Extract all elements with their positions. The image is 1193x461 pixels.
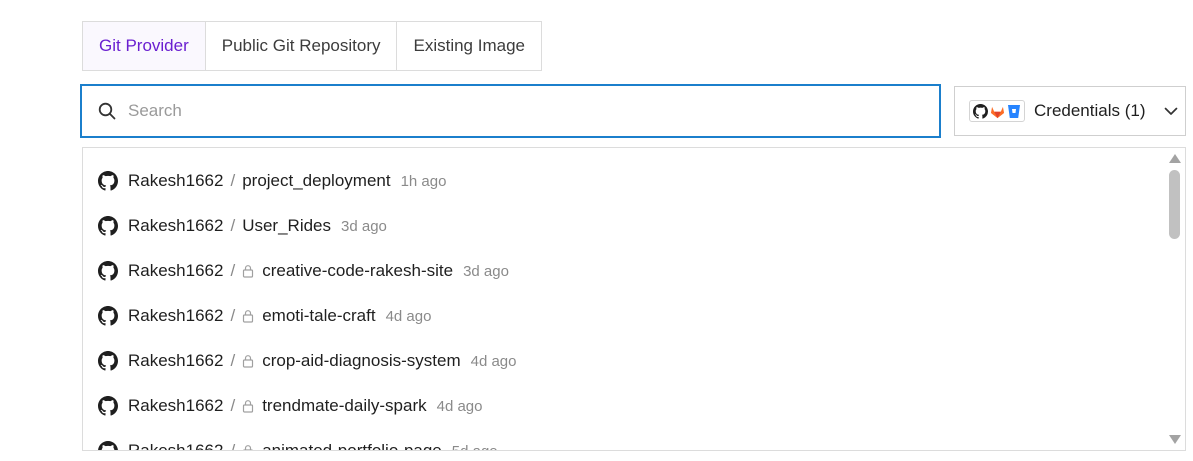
repository-owner: Rakesh1662	[128, 351, 224, 370]
path-separator: /	[230, 171, 236, 190]
credentials-label: Credentials (1)	[1034, 101, 1146, 120]
repository-row[interactable]: Rakesh1662 / emoti-tale-craft 4d ago	[98, 304, 431, 328]
repository-name: crop-aid-diagnosis-system	[262, 351, 461, 370]
github-icon	[98, 261, 118, 281]
scrollbar[interactable]	[1165, 148, 1185, 450]
chevron-down-icon	[1164, 107, 1177, 115]
repository-age: 4d ago	[436, 397, 483, 415]
lock-icon	[243, 310, 254, 323]
repository-row[interactable]: Rakesh1662 / crop-aid-diagnosis-system 4d a…	[98, 349, 517, 373]
repository-owner: Rakesh1662	[128, 396, 224, 415]
path-separator: /	[230, 396, 236, 415]
tab-public-git-repository[interactable]: Public Git Repository	[205, 22, 398, 70]
lock-icon	[243, 355, 254, 368]
repository-age: 4d ago	[470, 352, 517, 370]
path-separator: /	[230, 216, 236, 235]
repository-age: 1h ago	[400, 172, 447, 190]
scrollbar-thumb[interactable]	[1169, 170, 1180, 239]
repository-row[interactable]: Rakesh1662 / animated-portfolio-page 5d ago	[98, 439, 498, 451]
repository-owner: Rakesh1662	[128, 261, 224, 280]
lock-icon	[243, 265, 254, 278]
repository-owner: Rakesh1662	[128, 441, 224, 451]
repository-name: project_deployment	[242, 171, 391, 190]
github-icon	[98, 216, 118, 236]
repository-owner: Rakesh1662	[128, 171, 224, 190]
path-separator: /	[230, 351, 236, 370]
github-icon	[973, 103, 988, 119]
github-icon	[98, 306, 118, 326]
repository-name: animated-portfolio-page	[262, 441, 442, 451]
repository-row[interactable]: Rakesh1662 / User_Rides 3d ago	[98, 214, 387, 238]
github-icon	[98, 441, 118, 450]
path-separator: /	[230, 441, 236, 451]
repository-age: 3d ago	[341, 217, 387, 235]
path-separator: /	[230, 261, 236, 280]
scroll-up-arrow[interactable]	[1169, 154, 1181, 163]
github-icon	[98, 171, 118, 191]
repository-row[interactable]: Rakesh1662 / project_deployment 1h ago	[98, 169, 446, 193]
provider-icons	[969, 100, 1025, 122]
tab-existing-image[interactable]: Existing Image	[397, 22, 541, 70]
credentials-dropdown[interactable]: Credentials (1)	[954, 86, 1186, 136]
repository-name: trendmate-daily-spark	[262, 396, 427, 415]
search-icon	[98, 102, 116, 120]
bitbucket-icon	[1008, 104, 1020, 118]
repository-owner: Rakesh1662	[128, 306, 224, 325]
lock-icon	[243, 400, 254, 413]
repository-age: 4d ago	[385, 307, 432, 325]
repository-list[interactable]: Rakesh1662/project_deployment 1h ago Rakes…	[82, 147, 1186, 451]
repository-row[interactable]: Rakesh1662 / creative-code-rakesh-site 3d a…	[98, 259, 509, 283]
search-box	[80, 84, 941, 138]
tab-git-provider[interactable]: Git Provider	[83, 22, 206, 70]
repository-age: 3d ago	[463, 262, 509, 280]
lock-icon	[243, 445, 253, 450]
repository-age: 5d ago	[451, 442, 498, 451]
repository-name: emoti-tale-craft	[262, 306, 376, 325]
repository-name: User_Rides	[242, 216, 332, 235]
repository-row[interactable]: Rakesh1662 / trendmate-daily-spark 4d ago	[98, 394, 483, 418]
repository-name: creative-code-rakesh-site	[262, 261, 454, 280]
repository-owner: Rakesh1662	[128, 216, 224, 235]
source-tabs: Git Provider Public Git Repository Exist…	[82, 21, 542, 71]
github-icon	[98, 351, 118, 371]
github-icon	[98, 396, 118, 416]
path-separator: /	[230, 306, 236, 325]
scroll-down-arrow[interactable]	[1169, 435, 1181, 444]
search-input[interactable]	[128, 101, 888, 121]
gitlab-icon	[990, 106, 1005, 118]
